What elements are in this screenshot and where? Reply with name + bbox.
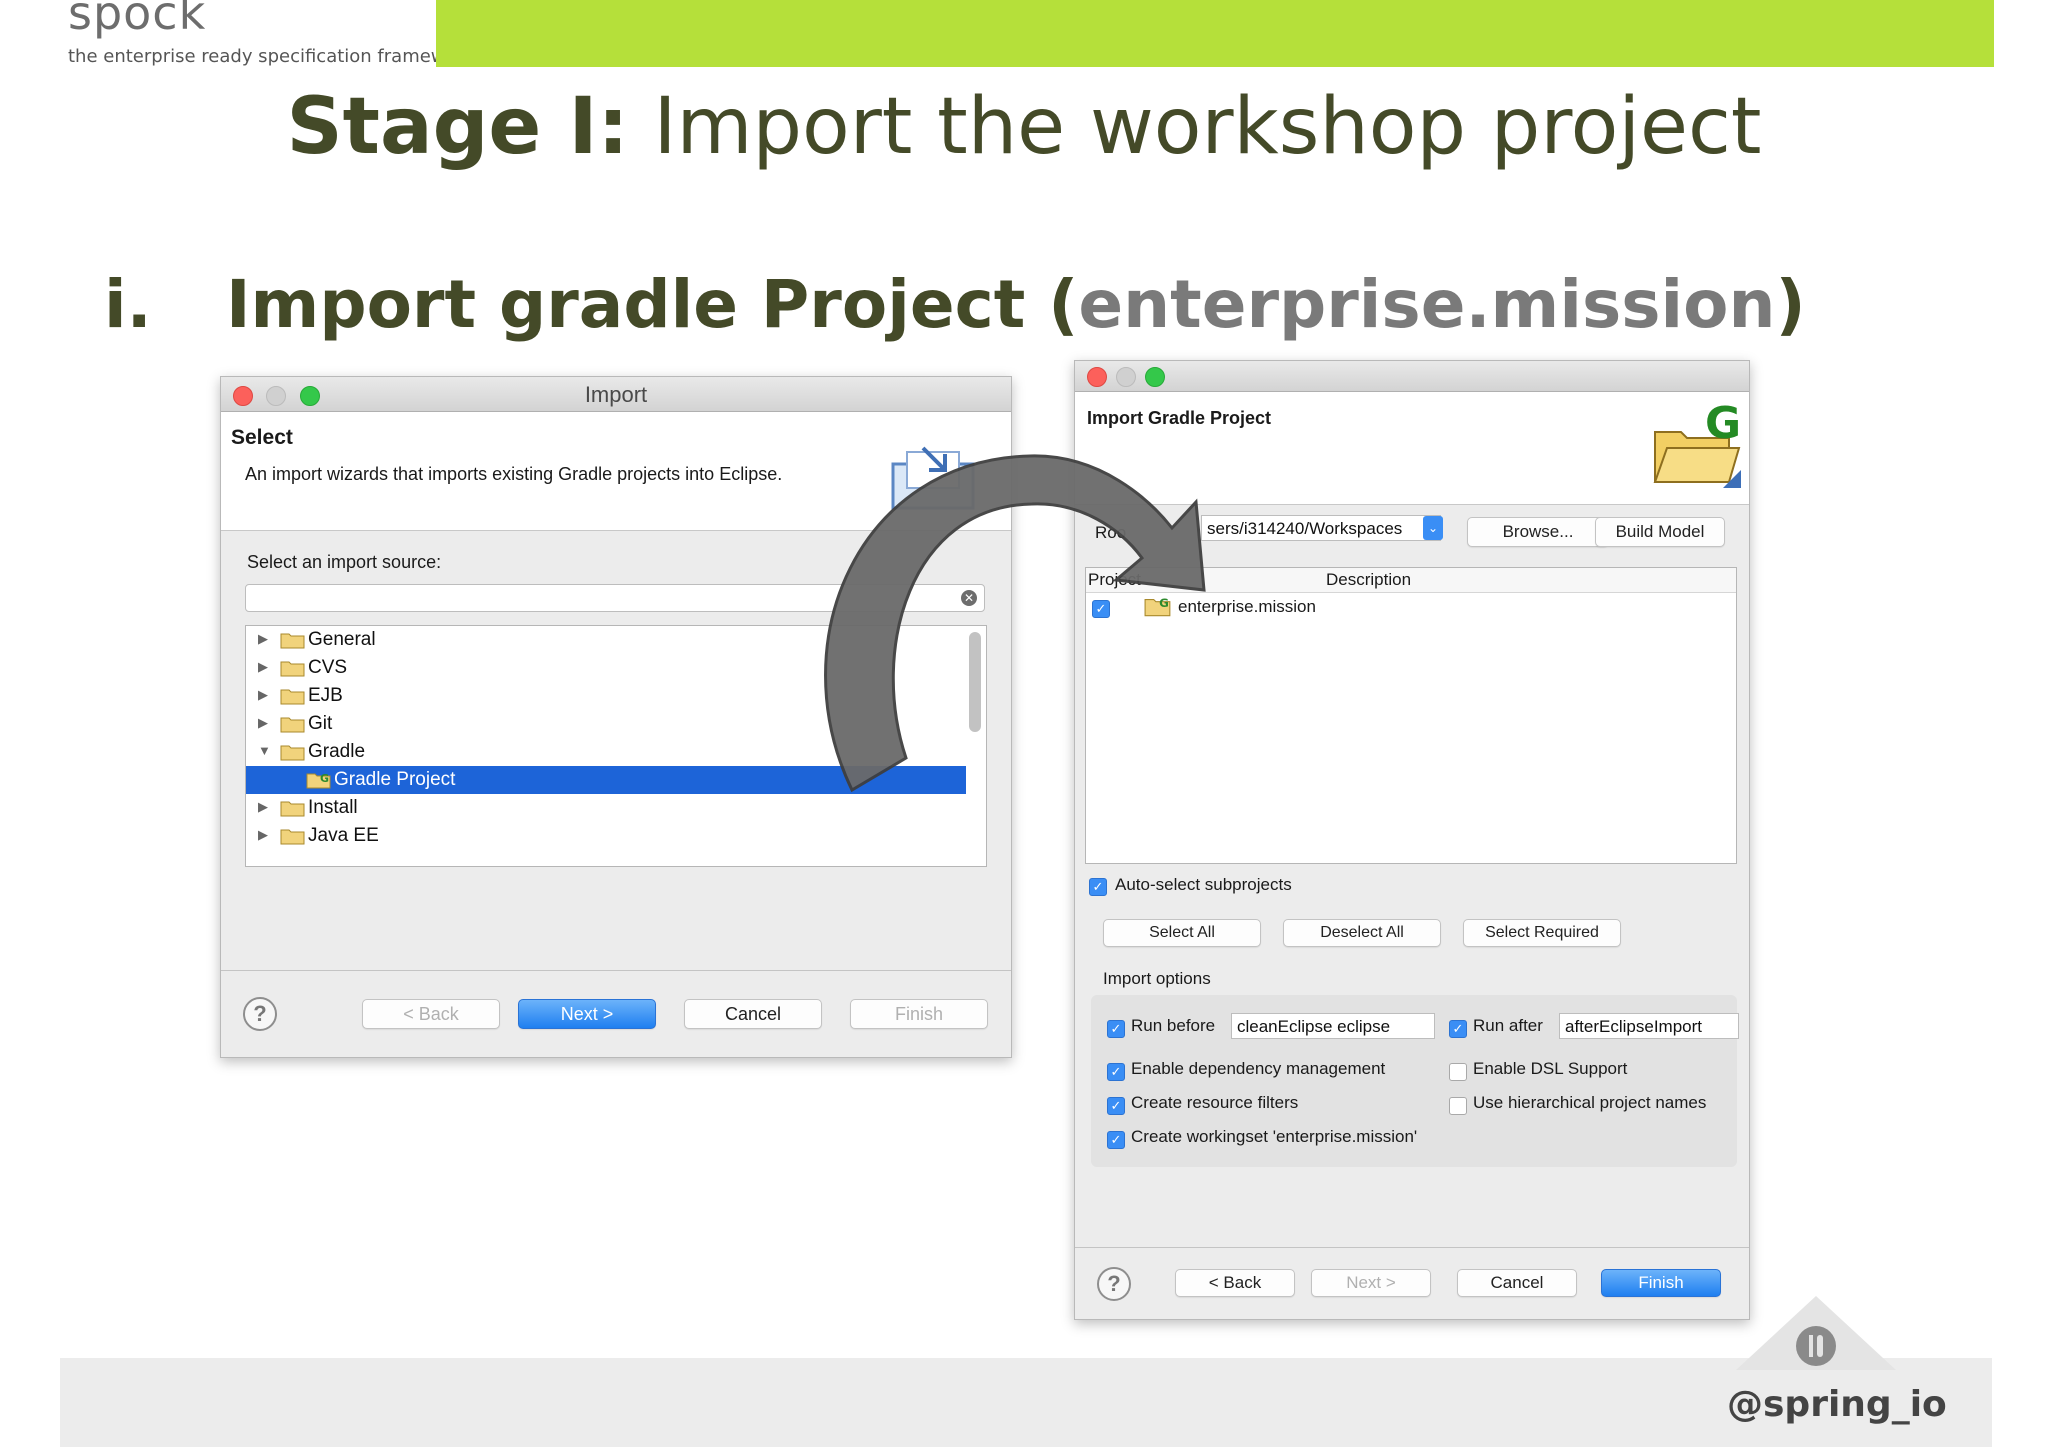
slide-title: Stage I: Import the workshop project — [0, 82, 2048, 172]
cancel-button[interactable]: Cancel — [1457, 1269, 1577, 1297]
svg-text:G: G — [320, 772, 329, 785]
bullet-text-main: Import gradle Project ( — [226, 266, 1079, 343]
expand-arrow-icon[interactable]: ▶ — [258, 631, 268, 647]
gradle-project-icon: G — [306, 772, 331, 789]
folder-icon — [280, 633, 305, 649]
tree-item-label: Git — [308, 713, 333, 734]
zoom-window-button[interactable] — [1145, 367, 1165, 387]
gradle-wizard-icon: G — [1653, 398, 1741, 488]
tree-item-label: Install — [308, 797, 358, 818]
bullet-text-close: ) — [1775, 266, 1806, 343]
run-after-checkbox[interactable]: ✓ — [1449, 1020, 1467, 1038]
workingset-checkbox[interactable]: ✓ — [1107, 1131, 1125, 1149]
dependency-management-label: Enable dependency management — [1131, 1059, 1386, 1078]
root-dropdown-icon[interactable]: ⌄ — [1423, 516, 1443, 540]
expand-arrow-icon[interactable]: ▶ — [258, 827, 268, 843]
slide-title-rest: Import the workshop project — [628, 82, 1762, 172]
workingset-label: Create workingset 'enterprise.mission' — [1131, 1127, 1418, 1146]
finish-button[interactable]: Finish — [850, 999, 988, 1029]
import-description: An import wizards that imports existing … — [245, 464, 783, 484]
next-button[interactable]: Next > — [518, 999, 656, 1029]
expand-arrow-icon[interactable]: ▶ — [258, 659, 268, 675]
import-window-title: Import — [584, 382, 648, 407]
finish-button[interactable]: Finish — [1601, 1269, 1721, 1297]
folder-icon — [280, 661, 305, 677]
tree-item-java-ee[interactable]: ▶ Java EE — [246, 822, 966, 850]
select-all-button[interactable]: Select All — [1103, 919, 1261, 947]
cancel-button[interactable]: Cancel — [684, 999, 822, 1029]
select-required-button[interactable]: Select Required — [1463, 919, 1621, 947]
run-before-input[interactable]: cleanEclipse eclipse — [1231, 1013, 1435, 1039]
gradle-footer-divider — [1075, 1247, 1749, 1248]
tree-item-label: Gradle — [308, 741, 366, 762]
footer-bar — [60, 1358, 1992, 1447]
tree-item-label: General — [308, 629, 376, 650]
auto-select-checkbox[interactable]: ✓ — [1089, 878, 1107, 896]
spring-handle: @spring_io — [1727, 1384, 1947, 1425]
run-after-input[interactable]: afterEclipseImport — [1559, 1013, 1739, 1039]
header-accent-bar — [436, 0, 1994, 67]
collapse-arrow-icon[interactable]: ▼ — [258, 743, 271, 758]
dependency-management-checkbox[interactable]: ✓ — [1107, 1063, 1125, 1081]
folder-icon — [280, 745, 305, 761]
expand-arrow-icon[interactable]: ▶ — [258, 715, 268, 731]
run-before-label: Run before — [1131, 1016, 1216, 1035]
hierarchical-names-checkbox[interactable] — [1449, 1097, 1467, 1115]
back-button[interactable]: < Back — [362, 999, 500, 1029]
bullet-number: i. — [104, 266, 152, 343]
auto-select-label: Auto-select subprojects — [1115, 875, 1292, 894]
spring-logo-icon — [1736, 1296, 1896, 1370]
hierarchical-names-label: Use hierarchical project names — [1473, 1093, 1707, 1112]
resource-filters-label: Create resource filters — [1131, 1093, 1299, 1112]
spock-logo: spock — [68, 0, 207, 40]
column-description[interactable]: Description — [1326, 570, 1411, 590]
tree-item-label: Java EE — [308, 825, 379, 846]
folder-icon — [280, 717, 305, 733]
import-options-label: Import options — [1103, 969, 1211, 988]
tree-item-label: Gradle Project — [334, 769, 456, 790]
help-icon[interactable]: ? — [243, 997, 277, 1031]
bullet-text-accent: enterprise.mission — [1078, 266, 1776, 343]
deselect-all-button[interactable]: Deselect All — [1283, 919, 1441, 947]
tree-item-label: CVS — [308, 657, 348, 678]
import-source-label: Select an import source: — [247, 552, 442, 572]
resource-filters-checkbox[interactable]: ✓ — [1107, 1097, 1125, 1115]
folder-icon — [280, 689, 305, 705]
build-model-button[interactable]: Build Model — [1595, 517, 1725, 547]
folder-icon — [280, 829, 305, 845]
gradle-section-title: Import Gradle Project — [1087, 408, 1272, 428]
folder-icon — [280, 801, 305, 817]
import-titlebar: Import — [221, 377, 1011, 412]
gradle-titlebar — [1075, 361, 1749, 392]
minimize-window-button[interactable] — [1116, 367, 1136, 387]
spock-tagline: the enterprise ready specification frame… — [68, 46, 475, 67]
tree-item-label: EJB — [308, 685, 343, 706]
curved-arrow-icon — [824, 454, 1206, 793]
run-before-checkbox[interactable]: ✓ — [1107, 1020, 1125, 1038]
dsl-support-checkbox[interactable] — [1449, 1063, 1467, 1081]
close-window-button[interactable] — [1087, 367, 1107, 387]
run-after-label: Run after — [1473, 1016, 1543, 1035]
help-icon[interactable]: ? — [1097, 1267, 1131, 1301]
import-section-title: Select — [231, 426, 293, 449]
expand-arrow-icon[interactable]: ▶ — [258, 799, 268, 815]
expand-arrow-icon[interactable]: ▶ — [258, 687, 268, 703]
next-button[interactable]: Next > — [1311, 1269, 1431, 1297]
import-footer-divider — [221, 970, 1011, 971]
slide-title-bold: Stage I: — [286, 82, 629, 172]
browse-button[interactable]: Browse... — [1467, 517, 1609, 547]
svg-text:G: G — [1705, 398, 1741, 449]
bullet-text: Import gradle Project (enterprise.missio… — [226, 266, 1806, 343]
back-button[interactable]: < Back — [1175, 1269, 1295, 1297]
dsl-support-label: Enable DSL Support — [1473, 1059, 1628, 1078]
